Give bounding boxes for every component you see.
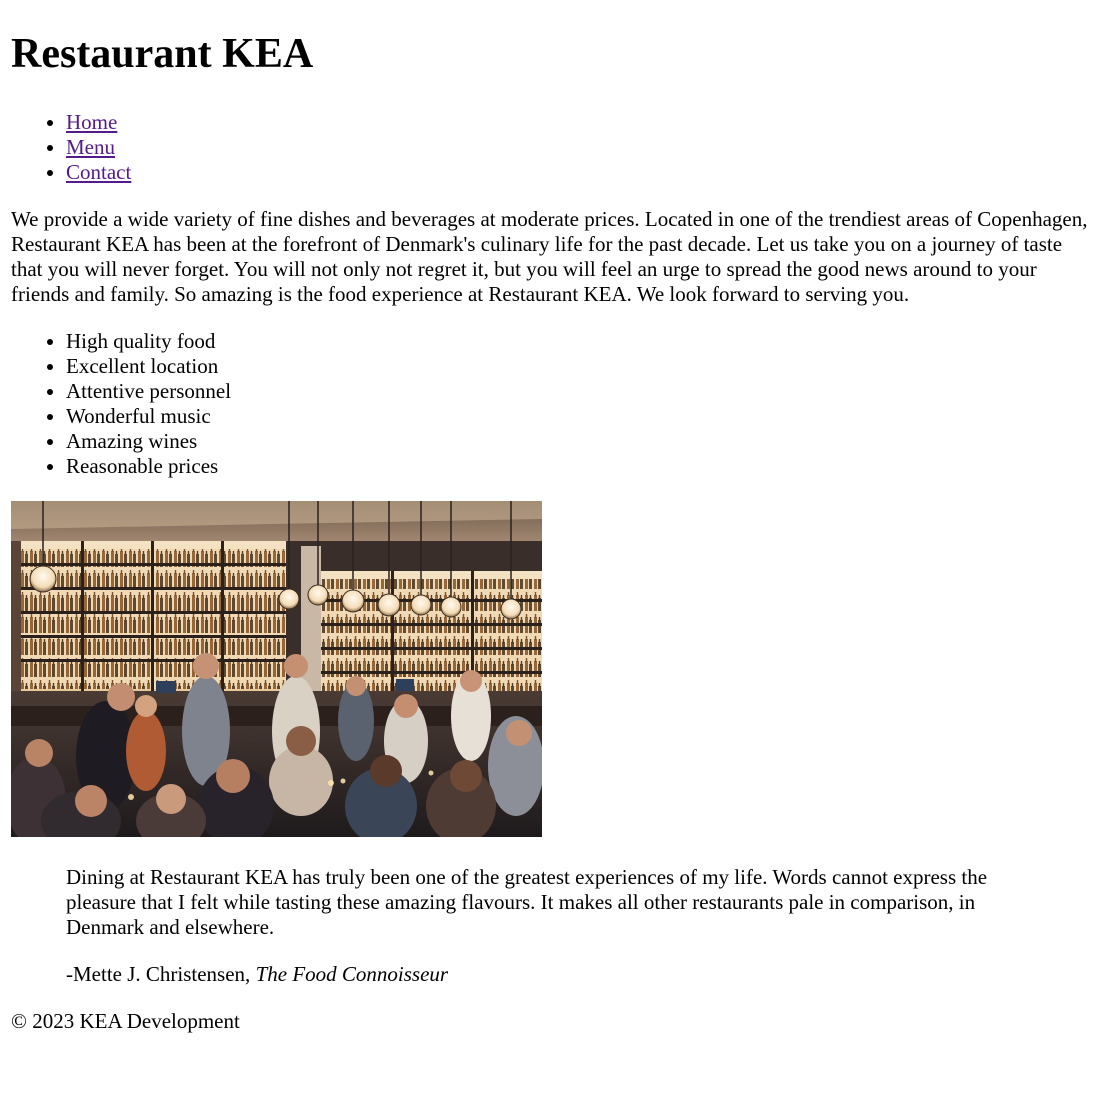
main-nav: Home Menu Contact bbox=[11, 110, 1091, 185]
copyright-text: © 2023 KEA Development bbox=[11, 1009, 240, 1033]
nav-item-home: Home bbox=[66, 110, 1091, 135]
feature-item: Attentive personnel bbox=[66, 379, 1091, 404]
footer: © 2023 KEA Development bbox=[11, 1009, 1091, 1034]
nav-link-home[interactable]: Home bbox=[66, 110, 117, 134]
nav-item-menu: Menu bbox=[66, 135, 1091, 160]
testimonial-attribution: -Mette J. Christensen, The Food Connoiss… bbox=[66, 962, 1025, 987]
nav-item-contact: Contact bbox=[66, 160, 1091, 185]
features-list: High quality food Excellent location Att… bbox=[11, 329, 1091, 479]
feature-item: Reasonable prices bbox=[66, 454, 1091, 479]
feature-item: Excellent location bbox=[66, 354, 1091, 379]
testimonial-author: -Mette J. Christensen, bbox=[66, 962, 256, 986]
page: Restaurant KEA Home Menu Contact We prov… bbox=[0, 30, 1102, 1034]
nav-link-menu[interactable]: Menu bbox=[66, 135, 115, 159]
restaurant-interior-image bbox=[11, 501, 542, 837]
feature-item: High quality food bbox=[66, 329, 1091, 354]
intro-paragraph: We provide a wide variety of fine dishes… bbox=[11, 207, 1088, 306]
page-title: Restaurant KEA bbox=[11, 31, 314, 77]
feature-item: Amazing wines bbox=[66, 429, 1091, 454]
testimonial: Dining at Restaurant KEA has truly been … bbox=[66, 865, 1025, 987]
feature-item: Wonderful music bbox=[66, 404, 1091, 429]
testimonial-source: The Food Connoisseur bbox=[255, 962, 449, 986]
nav-link-contact[interactable]: Contact bbox=[66, 160, 131, 184]
testimonial-quote: Dining at Restaurant KEA has truly been … bbox=[66, 865, 988, 939]
